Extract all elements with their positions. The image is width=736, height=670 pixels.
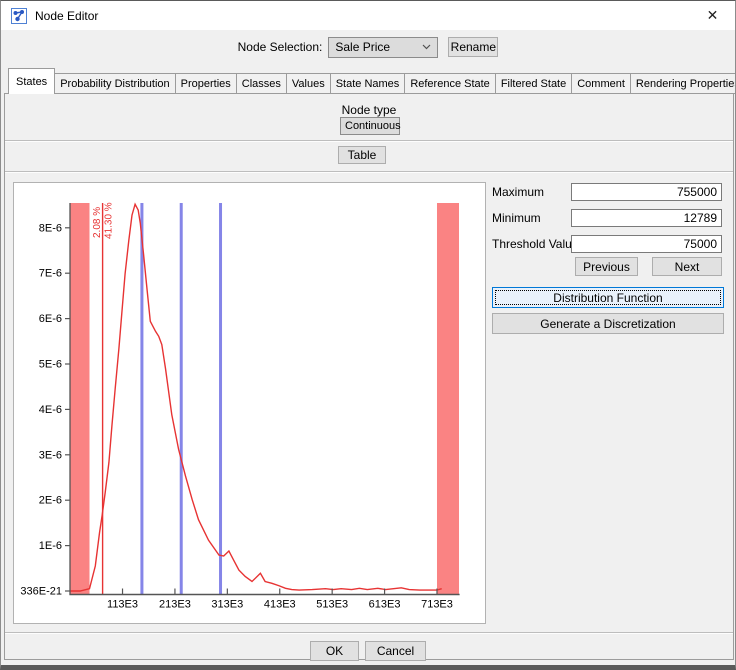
- node-selector-value: Sale Price: [335, 40, 391, 54]
- distribution-function-button[interactable]: Distribution Function: [492, 287, 724, 308]
- table-button[interactable]: Table: [338, 146, 386, 164]
- threshold-value-label: Threshold Value: [492, 237, 579, 251]
- threshold-value-field[interactable]: [571, 235, 722, 253]
- y-tick-label: 7E-6: [39, 268, 62, 280]
- x-tick-label: 513E3: [316, 599, 348, 611]
- y-tick-label: 6E-6: [39, 313, 62, 325]
- states-distribution-chart[interactable]: 2.08 % 41.30 % 8E-6 7E-6 6E-6 5E-6 4E-6 3E-6 2E-…: [14, 183, 485, 623]
- footer-divider: [5, 633, 733, 634]
- previous-button[interactable]: Previous: [575, 257, 638, 276]
- minimum-field[interactable]: [571, 209, 722, 227]
- ok-button[interactable]: OK: [310, 641, 359, 661]
- tab-properties[interactable]: Properties: [174, 73, 237, 94]
- node-editor-dialog: Node Editor ✕ Node Selection: Sale Price…: [0, 0, 736, 670]
- tab-classes[interactable]: Classes: [235, 73, 287, 94]
- tab-states[interactable]: States: [8, 68, 56, 94]
- states-tab-panel: Node type Continuous Table 2.08 % 41.30 %…: [4, 93, 734, 661]
- y-tick-label: 2E-6: [39, 495, 62, 507]
- censored-band: [70, 203, 90, 595]
- tab-rendering-properties[interactable]: Rendering Properties: [629, 73, 735, 94]
- tab-filtered-state[interactable]: Filtered State: [494, 73, 573, 94]
- y-tick-label: 4E-6: [39, 404, 62, 416]
- x-tick-label: 413E3: [264, 599, 296, 611]
- divider: [5, 141, 733, 142]
- censored-band: [436, 203, 459, 595]
- generate-discretization-button[interactable]: Generate a Discretization: [492, 313, 724, 334]
- node-type-value: Continuous: [345, 120, 401, 132]
- node-type-dropdown[interactable]: Continuous: [340, 117, 401, 135]
- threshold-percent-right: 41.30 %: [104, 202, 115, 239]
- y-tick-label: 1E-6: [39, 540, 62, 552]
- tab-strip: States Probability Distribution Properti…: [8, 68, 735, 94]
- chevron-down-icon: [422, 44, 431, 50]
- divider: [5, 172, 733, 173]
- rename-button[interactable]: Rename: [448, 37, 499, 57]
- next-button[interactable]: Next: [652, 257, 722, 276]
- x-tick-label: 613E3: [369, 599, 401, 611]
- x-tick-label: 713E3: [421, 599, 453, 611]
- tab-probability-distribution[interactable]: Probability Distribution: [54, 73, 176, 94]
- y-tick-label: 5E-6: [39, 359, 62, 371]
- y-tick-label: 8E-6: [39, 222, 62, 234]
- node-selector-dropdown[interactable]: Sale Price: [328, 36, 439, 58]
- cancel-button[interactable]: Cancel: [365, 641, 426, 661]
- y-tick-label: 336E-21: [20, 586, 62, 598]
- close-icon[interactable]: ✕: [690, 1, 735, 30]
- tab-reference-state[interactable]: Reference State: [404, 73, 496, 94]
- tab-comment[interactable]: Comment: [571, 73, 631, 94]
- node-selection-label: Node Selection:: [237, 40, 323, 54]
- x-tick-label: 313E3: [211, 599, 243, 611]
- tab-values[interactable]: Values: [285, 73, 331, 94]
- density-curve: [70, 202, 442, 592]
- minimum-label: Minimum: [492, 211, 541, 225]
- node-selection-row: Node Selection: Sale Price Rename: [1, 30, 735, 64]
- tab-state-names[interactable]: State Names: [329, 73, 406, 94]
- maximum-field[interactable]: [571, 183, 722, 201]
- y-tick-label: 3E-6: [39, 449, 62, 461]
- threshold-percent-left: 2.08 %: [92, 207, 103, 238]
- title-bar: Node Editor ✕: [1, 1, 735, 30]
- distribution-chart-panel: 2.08 % 41.30 % 8E-6 7E-6 6E-6 5E-6 4E-6 3E-6 2E-…: [13, 182, 486, 624]
- x-tick-label: 213E3: [159, 599, 191, 611]
- app-icon: [11, 7, 27, 24]
- node-type-label: Node type: [341, 103, 397, 117]
- maximum-label: Maximum: [492, 185, 545, 199]
- x-tick-label: 113E3: [107, 599, 138, 611]
- window-title: Node Editor: [35, 8, 99, 23]
